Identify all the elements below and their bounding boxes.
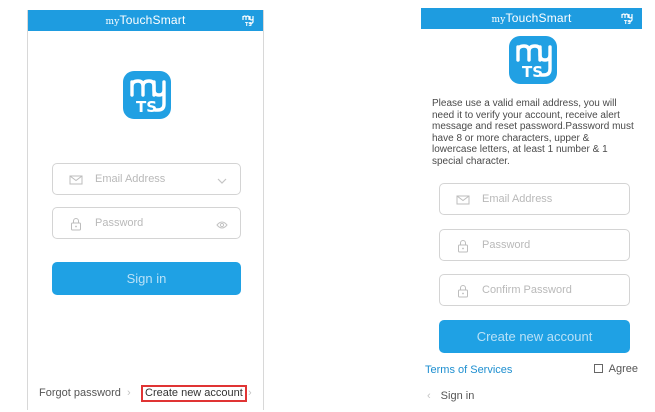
chevron-left-icon: ‹ <box>427 390 431 402</box>
sign-in-label: Sign in <box>440 390 475 402</box>
agree-checkbox[interactable]: Agree <box>593 363 638 375</box>
email-field[interactable]: Email Address <box>439 183 630 215</box>
brand-name: TouchSmart <box>505 11 572 25</box>
forgot-password-link[interactable]: Forgot password <box>39 387 121 399</box>
terms-of-services-link[interactable]: Terms of Services <box>425 364 512 376</box>
login-screen: myTouchSmart TS TS Email Address Passwor… <box>27 10 264 410</box>
email-field[interactable]: Email Address <box>52 163 241 195</box>
chevron-right-icon: › <box>127 387 131 399</box>
create-account-button[interactable]: Create new account <box>439 320 630 353</box>
password-field[interactable]: Password <box>52 207 241 239</box>
confirm-password-field[interactable]: Confirm Password <box>439 274 630 306</box>
chevron-right-icon: › <box>248 387 252 399</box>
lock-icon <box>456 284 470 298</box>
sign-in-button[interactable]: Sign in <box>52 262 241 295</box>
confirm-password-placeholder: Confirm Password <box>482 284 572 296</box>
email-placeholder: Email Address <box>482 193 553 205</box>
screenshot-stage: myTouchSmart TS TS Email Address Passwor… <box>0 0 655 412</box>
password-field[interactable]: Password <box>439 229 630 261</box>
chevron-down-icon[interactable] <box>216 174 228 186</box>
brand-name: TouchSmart <box>119 13 186 27</box>
svg-text:TS: TS <box>136 98 157 116</box>
app-header: myTouchSmart TS <box>421 8 642 29</box>
app-logo: TS <box>123 71 171 119</box>
mini-logo-icon: TS <box>620 11 634 26</box>
eye-icon[interactable] <box>216 218 228 230</box>
password-placeholder: Password <box>482 239 531 251</box>
svg-text:TS: TS <box>624 20 631 25</box>
app-title: myTouchSmart <box>421 11 642 28</box>
brand-prefix: my <box>491 15 506 25</box>
password-requirements-text: Please use a valid email address, you wi… <box>432 98 634 167</box>
sign-in-back-link[interactable]: ‹ Sign in <box>427 390 474 402</box>
create-account-link[interactable]: Create new account <box>141 385 247 402</box>
agree-label: Agree <box>608 363 638 375</box>
brand-prefix: my <box>105 17 120 27</box>
lock-icon <box>69 217 83 231</box>
svg-text:TS: TS <box>522 63 543 81</box>
app-header: myTouchSmart TS <box>28 10 263 31</box>
mail-icon <box>456 193 470 207</box>
mail-icon <box>69 173 83 187</box>
app-title: myTouchSmart <box>28 13 263 30</box>
app-logo: TS <box>509 36 557 84</box>
signup-screen: myTouchSmart TS TS Please use a valid em… <box>421 8 642 408</box>
svg-text:TS: TS <box>245 22 252 27</box>
password-placeholder: Password <box>95 217 144 229</box>
lock-icon <box>456 239 470 253</box>
mini-logo-icon: TS <box>241 13 255 28</box>
checkbox-icon[interactable] <box>593 364 603 373</box>
email-placeholder: Email Address <box>95 173 166 185</box>
